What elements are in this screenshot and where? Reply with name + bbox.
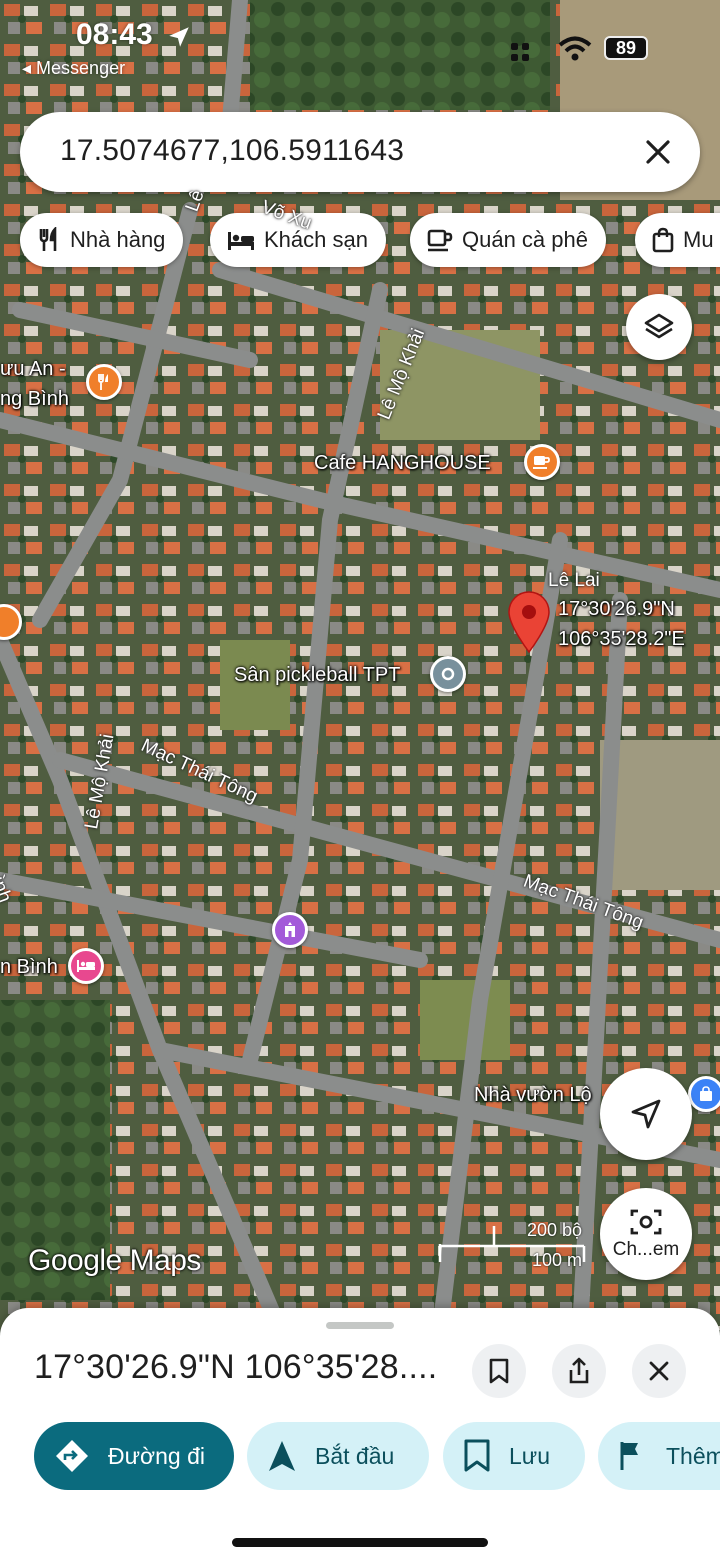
shop-marker[interactable] [688,1076,720,1112]
map-view[interactable]: 08:43 ◂ Messenger 89 17.5074677,106.5911… [0,0,720,1330]
chip-restaurants[interactable]: Nhà hàng [20,213,184,267]
hotel-icon [77,960,95,972]
back-to-messenger[interactable]: ◂ Messenger [22,58,125,79]
share-icon [569,1357,589,1384]
camera-search-button[interactable]: Ch...em [600,1188,692,1280]
status-bar: 08:43 ◂ Messenger 89 [0,0,720,90]
start-label: Bắt đầu [315,1442,395,1469]
navigation-arrow-icon [631,1099,661,1129]
restaurant-marker[interactable] [86,364,122,400]
street-label: Lê Lai [548,570,600,591]
more-button[interactable]: Thêm [598,1422,720,1490]
poi-label[interactable]: ưu An - [0,358,66,381]
more-label: Thêm [666,1442,720,1469]
coffee-icon [533,456,550,469]
poi-label[interactable]: ng Bình [0,388,69,411]
save-icon-button[interactable] [472,1344,526,1398]
restaurant-icon [39,227,57,251]
save-label: Lưu [509,1442,550,1469]
map-scale: 200 bộ 100 m [436,1220,588,1272]
category-chips: Nhà hàng Khách sạn Quán cà phê Mu [20,213,720,267]
landmark-icon [285,922,295,937]
start-button[interactable]: Bắt đầu [247,1422,429,1490]
pickleball-marker[interactable] [430,656,466,692]
chip-label: Nhà hàng [70,227,166,252]
directions-button[interactable]: Đường đi [34,1422,234,1490]
layers-icon [644,313,674,339]
save-button[interactable]: Lưu [443,1422,585,1490]
home-indicator [232,1538,488,1547]
directions-icon [56,1440,88,1472]
chip-label: Quán cà phê [462,227,588,252]
navigation-arrow-icon [269,1441,295,1471]
pin-latitude: 17°30'26.9"N [558,598,675,620]
search-bar[interactable]: 17.5074677,106.5911643 [20,112,700,192]
share-button[interactable] [552,1344,606,1398]
scale-metric: 100 m [531,1250,582,1270]
place-title: 17°30'26.9"N 106°35'28.... [34,1348,438,1386]
hotel-icon [228,232,254,250]
status-time: 08:43 [76,18,153,51]
place-bottom-sheet[interactable]: 17°30'26.9"N 106°35'28.... Đường đi Bắt … [0,1308,720,1560]
search-query[interactable]: 17.5074677,106.5911643 [60,134,404,168]
restaurant-icon [98,374,108,390]
chip-label: Mu [683,227,714,252]
chip-label: Khách sạn [264,227,368,252]
flag-icon [620,1442,638,1470]
poi-label[interactable]: Nhà vườn Lộ [474,1084,592,1107]
clear-search-icon[interactable] [638,132,678,172]
battery-level: 89 [615,37,637,58]
camera-search-label: Ch...em [612,1239,680,1260]
pin-longitude: 106°35'28.2"E [558,628,685,650]
poi-label[interactable]: Sân pickleball TPT [234,664,400,687]
chip-cafes[interactable]: Quán cà phê [410,213,606,267]
chip-shopping[interactable]: Mu [635,213,720,267]
my-location-button[interactable] [600,1068,692,1160]
scale-imperial: 200 bộ [526,1220,582,1240]
shopping-bag-icon [652,227,674,253]
camera-lens-icon [630,1209,662,1235]
location-arrow-icon [169,27,189,47]
close-sheet-button[interactable] [632,1344,686,1398]
landmark-marker[interactable] [272,912,308,948]
app-grid-icon [511,43,529,61]
layers-button[interactable] [626,294,692,360]
coffee-icon [427,229,453,252]
poi-label[interactable]: Cafe HANGHOUSE [314,452,491,475]
close-icon [649,1361,669,1381]
bookmark-icon [464,1439,490,1472]
bookmark-icon [489,1358,509,1384]
cafe-marker[interactable] [524,444,560,480]
place-dot-icon [441,667,455,681]
directions-label: Đường đi [108,1442,205,1469]
battery-indicator: 89 [604,36,648,60]
google-maps-logo: Google Maps [28,1244,201,1277]
dropped-pin-icon[interactable] [506,590,552,654]
hotel-marker[interactable] [68,948,104,984]
poi-label[interactable]: n Bình [0,956,58,979]
sheet-drag-handle[interactable] [326,1322,394,1329]
shopping-bag-icon [700,1086,712,1101]
wifi-icon [558,36,592,61]
